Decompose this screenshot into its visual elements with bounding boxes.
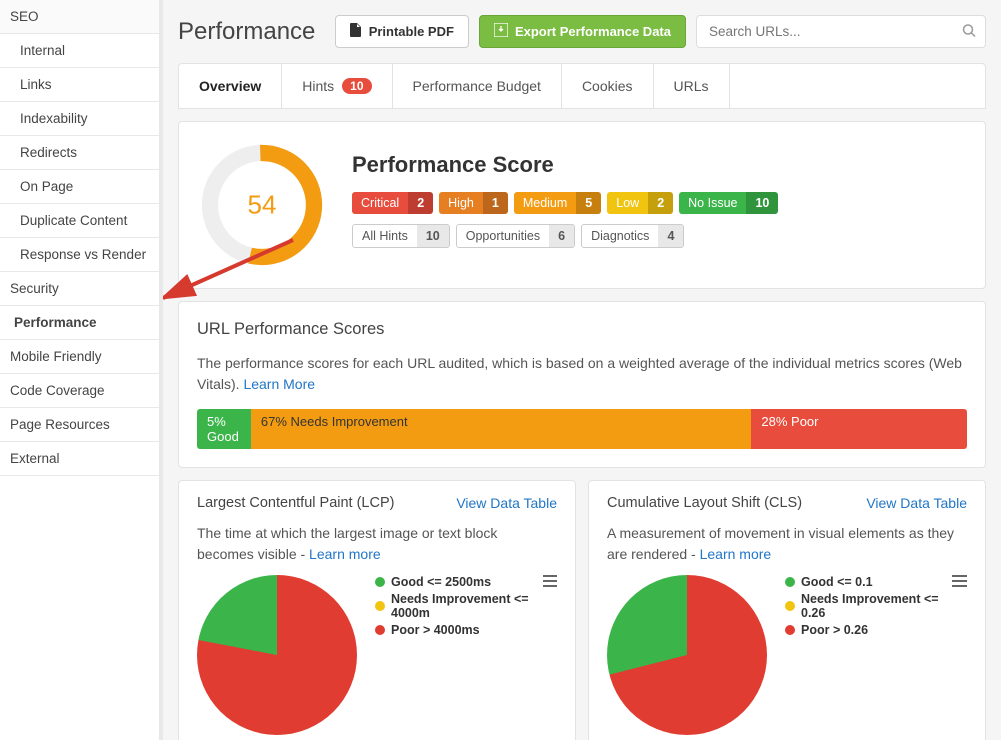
sidebar-item-on-page[interactable]: On Page xyxy=(0,170,159,204)
sidebar-item-page-resources[interactable]: Page Resources xyxy=(0,408,159,442)
main-content: Performance Printable PDF Export Perform… xyxy=(163,0,1001,740)
sidebar-item-seo[interactable]: SEO xyxy=(0,0,159,34)
sidebar-item-performance[interactable]: Performance xyxy=(0,306,159,340)
severity-medium[interactable]: Medium5 xyxy=(514,192,601,214)
dot-needs-icon xyxy=(785,601,795,611)
url-scores-card: URL Performance Scores The performance s… xyxy=(178,301,986,468)
dot-poor-icon xyxy=(785,625,795,635)
dot-poor-icon xyxy=(375,625,385,635)
score-donut: 54 xyxy=(197,140,327,270)
cls-title: Cumulative Layout Shift (CLS) xyxy=(607,495,802,511)
lcp-desc: The time at which the largest image or t… xyxy=(197,523,557,565)
dot-good-icon xyxy=(785,577,795,587)
lcp-title: Largest Contentful Paint (LCP) xyxy=(197,495,394,511)
dot-needs-icon xyxy=(375,601,385,611)
severity-no-issue[interactable]: No Issue10 xyxy=(679,192,778,214)
dot-good-icon xyxy=(375,577,385,587)
sidebar-item-redirects[interactable]: Redirects xyxy=(0,136,159,170)
sidebar-item-code-coverage[interactable]: Code Coverage xyxy=(0,374,159,408)
score-title: Performance Score xyxy=(352,152,778,178)
sidebar-item-security[interactable]: Security xyxy=(0,272,159,306)
url-scores-desc: The performance scores for each URL audi… xyxy=(197,353,967,395)
printable-pdf-button[interactable]: Printable PDF xyxy=(335,15,469,48)
filter-pills: All Hints10Opportunities6Diagnotics4 xyxy=(352,224,778,248)
lcp-card: Largest Contentful Paint (LCP) View Data… xyxy=(178,480,576,740)
tab-overview[interactable]: Overview xyxy=(179,64,282,108)
lcp-pie-chart xyxy=(197,575,357,735)
cls-view-table-link[interactable]: View Data Table xyxy=(866,495,967,511)
page-title: Performance xyxy=(178,18,325,46)
sidebar-item-external[interactable]: External xyxy=(0,442,159,476)
performance-score-card: 54 Performance Score Critical2 High1 Mediu… xyxy=(178,121,986,289)
severity-low[interactable]: Low2 xyxy=(607,192,673,214)
cls-desc: A measurement of movement in visual elem… xyxy=(607,523,967,565)
url-scores-title: URL Performance Scores xyxy=(197,320,967,339)
tab-bar: OverviewHints10Performance BudgetCookies… xyxy=(178,63,986,109)
filter-opportunities[interactable]: Opportunities6 xyxy=(456,224,575,248)
bar-needs: 67% Needs Improvement xyxy=(251,409,752,449)
score-value: 54 xyxy=(248,190,277,221)
tab-hints[interactable]: Hints10 xyxy=(282,64,392,108)
sidebar-item-internal[interactable]: Internal xyxy=(0,34,159,68)
tab-badge: 10 xyxy=(342,78,371,94)
sidebar-item-indexability[interactable]: Indexability xyxy=(0,102,159,136)
tab-performance-budget[interactable]: Performance Budget xyxy=(393,64,562,108)
cls-legend: Good <= 0.1 Needs Improvement <= 0.26 Po… xyxy=(785,575,952,640)
bar-good: 5% Good xyxy=(197,409,251,449)
chart-menu-icon[interactable] xyxy=(952,575,967,589)
severity-pills: Critical2 High1 Medium5 Low2 No Issue10 xyxy=(352,192,778,214)
lcp-learn-link[interactable]: Learn more xyxy=(309,546,381,562)
top-bar: Performance Printable PDF Export Perform… xyxy=(178,15,986,48)
file-icon xyxy=(350,23,362,40)
export-data-button[interactable]: Export Performance Data xyxy=(479,15,686,48)
tab-cookies[interactable]: Cookies xyxy=(562,64,654,108)
search-wrapper xyxy=(696,15,986,48)
search-input[interactable] xyxy=(696,15,986,48)
sidebar-item-mobile-friendly[interactable]: Mobile Friendly xyxy=(0,340,159,374)
tab-urls[interactable]: URLs xyxy=(654,64,730,108)
lcp-view-table-link[interactable]: View Data Table xyxy=(456,495,557,511)
bar-poor: 28% Poor xyxy=(751,409,967,449)
sidebar: SEOInternalLinksIndexabilityRedirectsOn … xyxy=(0,0,163,740)
chart-menu-icon[interactable] xyxy=(543,575,557,589)
sidebar-item-response-vs-render[interactable]: Response vs Render xyxy=(0,238,159,272)
learn-more-link[interactable]: Learn More xyxy=(243,376,315,392)
search-icon[interactable] xyxy=(962,23,976,40)
cls-pie-chart xyxy=(607,575,767,735)
sidebar-item-duplicate-content[interactable]: Duplicate Content xyxy=(0,204,159,238)
filter-all-hints[interactable]: All Hints10 xyxy=(352,224,450,248)
severity-critical[interactable]: Critical2 xyxy=(352,192,433,214)
filter-diagnotics[interactable]: Diagnotics4 xyxy=(581,224,684,248)
url-scores-bar: 5% Good 67% Needs Improvement 28% Poor xyxy=(197,409,967,449)
lcp-legend: Good <= 2500ms Needs Improvement <= 4000… xyxy=(375,575,543,640)
sidebar-item-links[interactable]: Links xyxy=(0,68,159,102)
cls-card: Cumulative Layout Shift (CLS) View Data … xyxy=(588,480,986,740)
severity-high[interactable]: High1 xyxy=(439,192,508,214)
cls-learn-link[interactable]: Learn more xyxy=(700,546,772,562)
export-icon xyxy=(494,23,508,40)
